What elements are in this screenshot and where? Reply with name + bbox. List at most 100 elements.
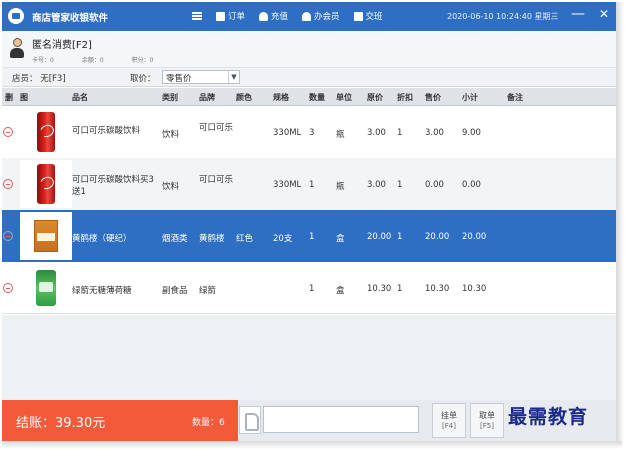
item-subtotal: 20.00 (462, 232, 487, 242)
remove-item-icon[interactable] (3, 179, 13, 189)
col-qty: 数量 (309, 93, 325, 102)
hold-order-key: [F4] (442, 422, 456, 430)
item-unit: 瓶 (336, 130, 345, 140)
card-number: 卡号：0 (32, 57, 54, 64)
item-qty[interactable]: 1 (309, 180, 314, 190)
item-price: 10.30 (425, 284, 450, 294)
handover-label: 交班 (365, 12, 383, 22)
item-orig-price: 10.30 (367, 284, 392, 294)
add-member-button[interactable]: 办会员 (302, 10, 340, 22)
item-orig-price: 3.00 (367, 128, 386, 138)
table-row[interactable]: 可口可乐碳酸饮料 饮料 可口可乐 330ML 3 瓶 3.00 1 3.00 9… (2, 106, 616, 158)
coca-cola-can-icon (37, 112, 55, 152)
app-logo-icon (8, 8, 24, 24)
table-row[interactable]: 可口可乐碳酸饮料买3送1 饮料 可口可乐 330ML 1 瓶 3.00 1 0.… (2, 158, 616, 210)
col-subtotal: 小计 (462, 93, 478, 102)
remove-item-icon[interactable] (3, 231, 13, 241)
col-brand: 品牌 (199, 93, 215, 102)
item-qty[interactable]: 1 (309, 232, 314, 242)
recharge-button[interactable]: 充值 (259, 10, 288, 22)
item-brand: 可口可乐 (199, 123, 234, 133)
member-name[interactable]: 匿名消费[F2] (32, 36, 92, 51)
col-discount: 折扣 (397, 93, 413, 102)
col-category: 类别 (162, 93, 178, 102)
item-brand: 黄鹤楼 (199, 234, 225, 244)
item-brand: 绿箭 (199, 286, 217, 296)
filter-bar: 店员： 无[F3] 取价： 零售价 ▼ (2, 68, 616, 87)
avatar (10, 38, 24, 60)
item-unit: 盒 (336, 234, 345, 244)
col-price: 售价 (425, 93, 441, 102)
barcode-input[interactable] (263, 406, 419, 433)
title-bar: 商店管家收银软件 订单 充值 办会员 交班 2020-06-10 10:24:4… (2, 2, 616, 31)
checkout-button[interactable]: 结账：39.30元 数量：6 (2, 400, 238, 441)
balance: 余额：0 (81, 57, 104, 64)
recharge-icon (259, 11, 269, 21)
col-image: 图 (20, 93, 28, 102)
order-button[interactable]: 订单 (216, 10, 245, 22)
points: 积分：0 (131, 57, 154, 64)
hold-order-button[interactable]: 挂单 [F4] (432, 403, 466, 438)
col-unit: 单位 (336, 93, 352, 102)
avatar-body (10, 48, 24, 58)
item-spec: 330ML (273, 128, 302, 138)
item-discount: 1 (397, 232, 403, 242)
avatar-head (13, 38, 22, 47)
item-subtotal: 9.00 (462, 128, 481, 138)
product-image (20, 108, 72, 156)
top-menu: 订单 充值 办会员 交班 (192, 10, 383, 22)
retrieve-order-label: 取单 (479, 411, 495, 420)
order-label: 订单 (228, 12, 246, 22)
price-type-select[interactable]: 零售价 ▼ (162, 70, 240, 84)
chevron-down-icon[interactable]: ▼ (228, 71, 239, 83)
item-category: 饮料 (162, 182, 180, 192)
item-name: 绿箭无糖薄荷糖 (72, 286, 132, 296)
minimize-button[interactable]: — (571, 6, 585, 22)
item-name: 可口可乐碳酸饮料 (72, 126, 141, 136)
checkout-total: 结账：39.30元 (16, 416, 106, 431)
retrieve-order-key: [F5] (480, 422, 494, 430)
item-spec: 20支 (273, 234, 293, 244)
order-icon (216, 11, 225, 21)
table-row-selected[interactable]: 黄鹤楼（硬纪） 烟酒类 黄鹤楼 红色 20支 1 盒 20.00 1 20.00… (2, 210, 616, 262)
price-label: 取价： (130, 74, 156, 84)
item-brand: 可口可乐 (199, 175, 234, 185)
window-shadow-bottom (2, 441, 622, 449)
item-color: 红色 (236, 234, 254, 244)
item-discount: 1 (397, 284, 403, 294)
menu-button[interactable] (192, 10, 202, 22)
item-category: 副食品 (162, 286, 188, 296)
item-spec: 330ML (273, 180, 302, 190)
staff-selector[interactable]: 店员： 无[F3] (12, 72, 66, 84)
mint-pack-icon (36, 270, 56, 306)
app-title: 商店管家收银软件 (32, 13, 109, 24)
product-image (20, 264, 72, 312)
table-header: 删 图 品名 类别 品牌 颜色 规格 数量 单位 原价 折扣 售价 小计 备注 (2, 88, 616, 106)
remove-item-icon[interactable] (3, 283, 13, 293)
item-price: 0.00 (425, 180, 444, 190)
col-note: 备注 (507, 93, 523, 102)
menu-icon (192, 12, 202, 20)
datetime: 2020-06-10 10:24:40 星期三 (447, 12, 559, 21)
item-name: 黄鹤楼（硬纪） (72, 234, 132, 244)
item-discount: 1 (397, 128, 403, 138)
recharge-label: 充值 (271, 12, 289, 22)
item-unit: 盒 (336, 286, 345, 296)
empty-table-area (2, 315, 616, 400)
item-price: 20.00 (425, 232, 450, 242)
retrieve-order-button[interactable]: 取单 [F5] (470, 403, 504, 438)
item-orig-price: 3.00 (367, 180, 386, 190)
col-color: 颜色 (236, 93, 252, 102)
item-qty[interactable]: 3 (309, 128, 314, 138)
col-name: 品名 (72, 93, 88, 102)
member-icon (302, 11, 312, 21)
col-delete: 删 (5, 93, 13, 102)
remove-item-icon[interactable] (3, 127, 13, 137)
close-button[interactable]: ✕ (599, 7, 609, 21)
table-row[interactable]: 绿箭无糖薄荷糖 副食品 绿箭 1 盒 10.30 1 10.30 10.30 (2, 262, 616, 314)
handover-button[interactable]: 交班 (353, 10, 383, 22)
item-qty[interactable]: 1 (309, 284, 314, 294)
barcode-scanner-icon (239, 406, 261, 434)
handover-icon (353, 11, 363, 21)
coca-cola-can-icon (37, 164, 55, 204)
